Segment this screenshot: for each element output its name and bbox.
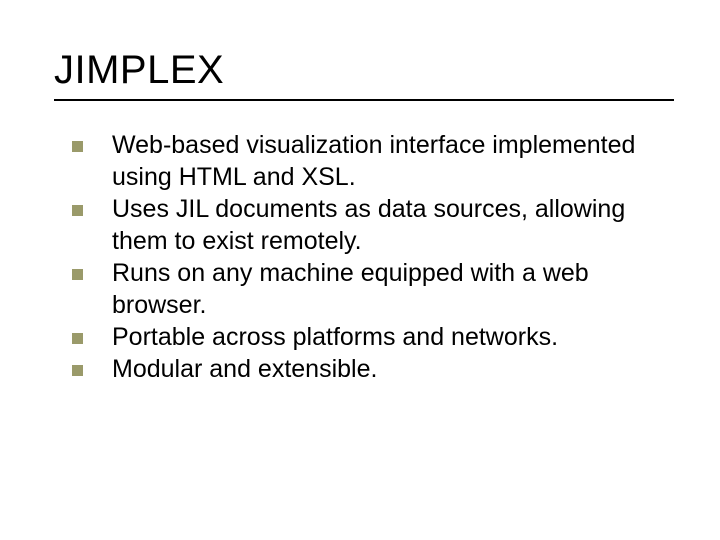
list-item: Portable across platforms and networks. (68, 321, 668, 353)
slide-title: JIMPLEX (54, 48, 666, 93)
list-item: Modular and extensible. (68, 353, 668, 385)
bullet-text: Web-based visualization interface implem… (112, 131, 635, 191)
bullet-list: Web-based visualization interface implem… (68, 129, 668, 385)
list-item: Web-based visualization interface implem… (68, 129, 668, 193)
bullet-text: Portable across platforms and networks. (112, 323, 558, 351)
bullet-text: Runs on any machine equipped with a web … (112, 259, 589, 319)
slide: JIMPLEX Web-based visualization interfac… (0, 0, 720, 540)
title-divider (54, 99, 674, 101)
bullet-text: Uses JIL documents as data sources, allo… (112, 195, 625, 255)
list-item: Uses JIL documents as data sources, allo… (68, 193, 668, 257)
list-item: Runs on any machine equipped with a web … (68, 257, 668, 321)
bullet-text: Modular and extensible. (112, 355, 377, 383)
